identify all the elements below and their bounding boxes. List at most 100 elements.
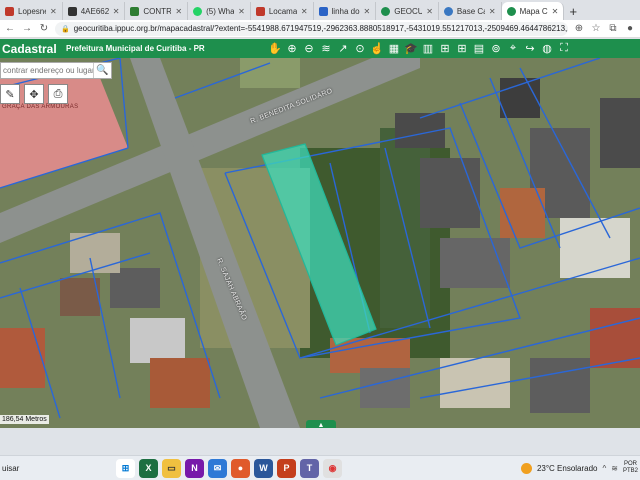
lopesnet-favicon-icon bbox=[5, 6, 14, 16]
hand-select-icon[interactable]: ☝ bbox=[370, 42, 384, 56]
lot bbox=[240, 58, 300, 88]
close-tab-icon[interactable]: ✕ bbox=[238, 7, 245, 16]
grid-icon[interactable]: ▦ bbox=[387, 42, 401, 56]
extensions-icon[interactable]: ⧉ bbox=[607, 23, 619, 34]
taskbar-apps: ⊞ X ▭ N ✉ ● W P T ◉ bbox=[116, 458, 342, 478]
chevron-up-icon: ▲ bbox=[317, 421, 325, 429]
profile-icon[interactable]: ● bbox=[624, 23, 636, 34]
toolbar: ✋ ⊕ ⊖ ≋ ↗ ⊙ ☝ ▦ 🎓 ▥ ⊞ ⊞ ▤ ⊚ ⌖ ↪ ◍ ⛶ bbox=[268, 42, 571, 56]
lock-icon: 🔒 bbox=[61, 25, 70, 33]
crosshair-icon[interactable]: ⌖ bbox=[506, 42, 520, 56]
measure-icon[interactable]: ↗ bbox=[336, 42, 350, 56]
powerpoint-icon[interactable]: P bbox=[277, 458, 296, 478]
email-icon[interactable]: ✉ bbox=[208, 458, 227, 478]
zoom-icon[interactable]: ⊕ bbox=[573, 23, 585, 34]
map-action-buttons: ✎ ✥ ⎙ bbox=[0, 84, 68, 104]
share-icon[interactable]: ↪ bbox=[523, 42, 537, 56]
roof bbox=[130, 318, 185, 363]
roof bbox=[150, 358, 210, 408]
forward-icon[interactable]: → bbox=[21, 23, 33, 34]
roof bbox=[360, 368, 410, 408]
gmail-favicon-icon bbox=[255, 6, 265, 16]
tab-lopesnet[interactable]: Lopesnet✕ bbox=[0, 2, 63, 20]
point-icon[interactable]: ⊙ bbox=[353, 42, 367, 56]
close-tab-icon[interactable]: ✕ bbox=[50, 7, 57, 16]
locate-icon[interactable]: ⊚ bbox=[489, 42, 503, 56]
control-favicon-icon bbox=[130, 6, 140, 16]
expand-icon[interactable]: ⊞ bbox=[438, 42, 452, 56]
windows-start-icon[interactable]: ⊞ bbox=[116, 458, 135, 478]
new-tab-button[interactable]: + bbox=[564, 2, 582, 20]
tab-linha-do[interactable]: linha do ✕ bbox=[314, 2, 377, 20]
zoom-in-icon[interactable]: ⊕ bbox=[285, 42, 299, 56]
roof bbox=[110, 268, 160, 308]
language-indicator[interactable]: POR PTB2 bbox=[623, 461, 638, 475]
satellite-map bbox=[0, 58, 640, 428]
map-view[interactable]: R. BENEDITA SOLIDARO R. SAJAH ABRAÃO GRA… bbox=[0, 58, 640, 428]
fullscreen-icon[interactable]: ⛶ bbox=[557, 42, 571, 56]
excel-icon[interactable]: X bbox=[139, 458, 158, 478]
tab-geocuri[interactable]: GEOCURI✕ bbox=[376, 2, 439, 20]
chevron-up-icon[interactable]: ^ bbox=[603, 464, 607, 473]
url-field[interactable]: 🔒 geocuritiba.ippuc.org.br/mapacadastral/… bbox=[55, 21, 568, 36]
linha-favicon-icon bbox=[318, 6, 328, 16]
browser-tab-strip: Lopesnet✕ 4AE6624✕ CONTROL✕ (5) Whats✕ L… bbox=[0, 0, 640, 20]
close-tab-icon[interactable]: ✕ bbox=[489, 7, 496, 16]
base-cart-favicon-icon bbox=[443, 6, 453, 16]
bookmark-star-icon[interactable]: ☆ bbox=[590, 23, 602, 34]
roof bbox=[60, 278, 100, 316]
roof bbox=[420, 158, 480, 228]
tab-mapa-cadastral[interactable]: Mapa Cad✕ bbox=[501, 2, 565, 20]
browser-app-icon[interactable]: ● bbox=[231, 458, 250, 478]
close-tab-icon[interactable]: ✕ bbox=[175, 7, 182, 16]
layers-icon[interactable]: ≋ bbox=[319, 42, 333, 56]
close-tab-icon[interactable]: ✕ bbox=[552, 7, 559, 16]
onenote-icon[interactable]: N bbox=[185, 458, 204, 478]
chrome-icon[interactable]: ◉ bbox=[323, 458, 342, 478]
area-label: GRAÇA DAS ARMOURAS bbox=[2, 104, 79, 110]
taskbar-search[interactable]: uisar bbox=[0, 464, 116, 473]
app-brand: Cadastral bbox=[2, 41, 57, 56]
collapse-panel-button[interactable]: ▲ bbox=[306, 420, 336, 428]
education-icon[interactable]: 🎓 bbox=[404, 42, 418, 56]
word-icon[interactable]: W bbox=[254, 458, 273, 478]
tab-whatsapp[interactable]: (5) Whats✕ bbox=[188, 2, 251, 20]
roof bbox=[330, 338, 410, 373]
zoom-out-icon[interactable]: ⊖ bbox=[302, 42, 316, 56]
reload-icon[interactable]: ↻ bbox=[38, 23, 50, 34]
file-explorer-icon[interactable]: ▭ bbox=[162, 458, 181, 478]
close-tab-icon[interactable]: ✕ bbox=[364, 7, 371, 16]
hand-pan-icon[interactable]: ✋ bbox=[268, 42, 282, 56]
close-tab-icon[interactable]: ✕ bbox=[301, 7, 308, 16]
add-box-icon[interactable]: ⊞ bbox=[455, 42, 469, 56]
whatsapp-favicon-icon bbox=[193, 6, 203, 16]
windows-taskbar: uisar ⊞ X ▭ N ✉ ● W P T ◉ 23°C Ensolarad… bbox=[0, 455, 640, 480]
address-search: 🔍 bbox=[0, 62, 112, 79]
map-sheet-icon[interactable]: ▤ bbox=[472, 42, 486, 56]
scale-bar: 186,54 Metros bbox=[0, 415, 49, 424]
wifi-icon[interactable]: ≋ bbox=[611, 464, 618, 473]
weather-text[interactable]: 23°C Ensolarado bbox=[537, 464, 598, 473]
tab-control[interactable]: CONTROL✕ bbox=[125, 2, 189, 20]
print-icon[interactable]: ⎙ bbox=[48, 84, 68, 104]
tab-base-cart[interactable]: Base Cart✕ bbox=[439, 2, 502, 20]
github-favicon-icon bbox=[67, 6, 77, 16]
close-tab-icon[interactable]: ✕ bbox=[113, 7, 120, 16]
mapa-favicon-icon bbox=[506, 6, 516, 16]
building-icon[interactable]: ▥ bbox=[421, 42, 435, 56]
tab-locamai[interactable]: Locamai ✕ bbox=[251, 2, 314, 20]
edit-pencil-icon[interactable]: ✎ bbox=[0, 84, 20, 104]
app-header: Cadastral Prefeitura Municipal de Curiti… bbox=[0, 39, 640, 58]
address-search-input[interactable] bbox=[1, 66, 93, 75]
search-icon[interactable]: 🔍 bbox=[93, 63, 111, 78]
teams-icon[interactable]: T bbox=[300, 458, 319, 478]
address-bar: ← → ↻ 🔒 geocuritiba.ippuc.org.br/mapacada… bbox=[0, 20, 640, 38]
globe-icon[interactable]: ◍ bbox=[540, 42, 554, 56]
pan-tool-icon[interactable]: ✥ bbox=[24, 84, 44, 104]
roof bbox=[560, 218, 630, 278]
roof bbox=[530, 358, 590, 413]
close-tab-icon[interactable]: ✕ bbox=[426, 7, 433, 16]
back-icon[interactable]: ← bbox=[4, 23, 16, 34]
geocuritiba-favicon-icon bbox=[381, 6, 391, 16]
tab-4ae6624[interactable]: 4AE6624✕ bbox=[63, 2, 126, 20]
